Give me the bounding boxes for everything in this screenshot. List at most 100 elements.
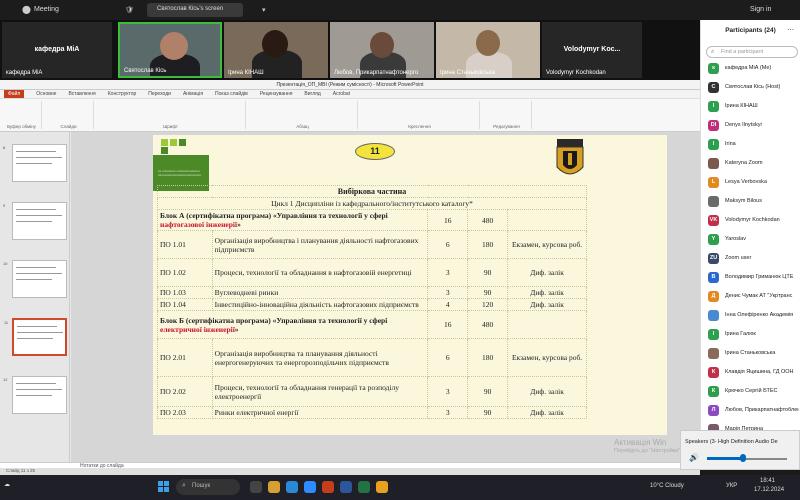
participant-row[interactable]: L Lesya Verbovska xyxy=(701,175,800,192)
participant-row[interactable]: ZU Zoom user xyxy=(701,251,800,268)
ribbon-group[interactable]: Слайди xyxy=(44,101,94,129)
person-face xyxy=(476,30,500,56)
ribbon-tab[interactable]: Рецензування xyxy=(260,90,293,98)
code-cell: ПО 1.03 xyxy=(157,286,213,299)
chrome-app-icon[interactable] xyxy=(376,481,388,493)
control-cell: Диф. залік xyxy=(507,258,587,287)
speaker-icon[interactable]: 🔊 xyxy=(689,453,699,462)
participant-search-input[interactable]: ⌕ Find a participant xyxy=(706,46,798,58)
participant-row[interactable]: І Ірина КІНАШ xyxy=(701,99,800,116)
code-cell: ПО 2.01 xyxy=(157,338,213,377)
video-tile[interactable]: Ірина Станьковська xyxy=(436,22,540,78)
edge-icon[interactable] xyxy=(286,481,298,493)
screen-share-label[interactable]: Святослав Кісь's screen xyxy=(147,3,243,17)
clock-date[interactable]: 17.12.2024 xyxy=(754,487,784,493)
video-tile-active-speaker[interactable]: Святослав Кісь xyxy=(118,22,222,78)
file-tab[interactable]: Файл xyxy=(4,90,25,98)
participant-name: Denys Ilnytskyi xyxy=(725,122,762,128)
zoom-app-icon[interactable] xyxy=(304,481,316,493)
slide[interactable]: ▭ ▭▭▭▭ ▭▭▭▭▭▭▭ ▭▭▭▭▭▭▭▭▭▭▭▭▭ 11 Вибіркова… xyxy=(153,135,667,435)
shield-icon[interactable]: 🛡 xyxy=(125,6,134,14)
participant-row[interactable]: С Святослав Кісь (Host) xyxy=(701,80,800,97)
university-crest-icon xyxy=(556,139,584,175)
participant-name: Денис Чумак АТ "Укртранс xyxy=(725,293,793,299)
weather-widget-icon[interactable]: ☁ xyxy=(4,481,10,488)
participant-row[interactable]: DI Denys Ilnytskyi xyxy=(701,118,800,135)
hours-cell: 90 xyxy=(467,258,509,287)
start-button[interactable] xyxy=(158,481,170,493)
table-row: ПО 1.03 Вуглеводневі ринки 3 90 Диф. зал… xyxy=(157,286,587,299)
ribbon-group[interactable]: Буфер обміну xyxy=(2,101,42,129)
participant-row[interactable]: І Ірина Галюк xyxy=(701,327,800,344)
volume-slider[interactable] xyxy=(740,454,746,462)
ribbon-group[interactable]: Шрифт xyxy=(96,101,246,129)
slide-thumbnail[interactable]: 12 xyxy=(3,376,67,414)
block-title-text: Блок Б (сертифікатна програма) «Управлін… xyxy=(160,315,388,325)
powerpoint-app-icon[interactable] xyxy=(322,481,334,493)
avatar xyxy=(708,348,719,359)
slide-thumbnail[interactable]: 9 xyxy=(3,202,67,240)
participant-row[interactable]: Kateryna Zoom xyxy=(701,156,800,173)
slide-thumbnail[interactable]: 10 xyxy=(3,260,67,298)
person-face xyxy=(160,32,188,60)
participant-name: Інна Олефіренко Академія xyxy=(725,312,794,318)
ribbon-tab[interactable]: Анімація xyxy=(183,90,203,98)
language-indicator[interactable]: УКР xyxy=(726,483,737,489)
participant-row[interactable]: Л Любов, Прикарпатнафтоблен xyxy=(701,403,800,420)
sign-in-button[interactable]: Sign in xyxy=(750,6,771,13)
participant-row[interactable]: К Крючко Сергій БТЕС xyxy=(701,384,800,401)
participant-row[interactable]: Інна Олефіренко Академія xyxy=(701,308,800,325)
ribbon-tab[interactable]: Основне xyxy=(36,90,56,98)
ribbon-tab[interactable]: Вставлення xyxy=(68,90,95,98)
participant-name: Maksym Bilous xyxy=(725,198,762,204)
ribbon-group[interactable]: Абзац xyxy=(248,101,358,129)
word-app-icon[interactable] xyxy=(340,481,352,493)
taskbar-search[interactable]: ⌕ Пошук xyxy=(176,479,240,495)
slide-thumbnail-selected[interactable]: 11 xyxy=(4,318,67,356)
control-cell: Екзамен, курсова роб. xyxy=(507,230,587,259)
participant-row[interactable]: к кафедра МіА (Me) xyxy=(701,61,800,78)
participant-row[interactable]: Д Денис Чумак АТ "Укртранс xyxy=(701,289,800,306)
participant-row[interactable]: Maksym Bilous xyxy=(701,194,800,211)
participant-row[interactable]: Ірина Станьковська xyxy=(701,346,800,363)
participant-name: Любов, Прикарпатнафтоблен xyxy=(725,407,799,413)
person-face xyxy=(370,32,394,58)
ribbon-tab[interactable]: Acrobat xyxy=(333,90,350,98)
participants-title: Participants (24) xyxy=(725,27,776,34)
ribbon-group[interactable]: Редагування xyxy=(482,101,532,129)
clock-time[interactable]: 18:41 xyxy=(760,478,775,484)
participant-row[interactable]: VK Volodymyr Kochkodan xyxy=(701,213,800,230)
ribbon-tab[interactable]: Переходи xyxy=(148,90,171,98)
participant-name: кафедра МіА (Me) xyxy=(725,65,772,71)
ribbon-tab[interactable]: Показ слайдів xyxy=(215,90,248,98)
video-tile[interactable]: кафедра МіА кафедра МіА xyxy=(2,22,112,78)
excel-app-icon[interactable] xyxy=(358,481,370,493)
video-tile[interactable]: Ірина КІНАШ xyxy=(224,22,328,78)
ribbon-tab[interactable]: Вигляд xyxy=(304,90,320,98)
credits-cell: 4 xyxy=(427,298,469,311)
table-heading: Вибіркова частина xyxy=(157,185,587,198)
taskview-icon[interactable] xyxy=(250,481,262,493)
avatar: Л xyxy=(708,405,719,416)
ribbon-group[interactable]: Креслення xyxy=(360,101,480,129)
ribbon-group-label: Абзац xyxy=(296,124,309,129)
avatar: Д xyxy=(708,291,719,302)
curriculum-table: Вибіркова частина Цикл 1 Дисципліни із к… xyxy=(156,185,587,419)
search-icon: ⌕ xyxy=(711,49,715,55)
participant-row[interactable]: Y Yaroslav xyxy=(701,232,800,249)
weather-status[interactable]: 10°C Cloudy xyxy=(650,483,684,489)
file-explorer-icon[interactable] xyxy=(268,481,280,493)
app-title: Meeting xyxy=(34,6,59,13)
video-tile[interactable]: Любов, Прикарпатнафтонерго xyxy=(330,22,434,78)
ribbon-tab[interactable]: Конструктор xyxy=(108,90,137,98)
view-options-icon[interactable]: ▾ xyxy=(262,6,266,14)
participant-row[interactable]: В Володимир Гриманюк ЦТЕ xyxy=(701,270,800,287)
block-b-title: Блок Б (сертифікатна програма) «Управлін… xyxy=(156,310,429,339)
more-options-icon[interactable]: ⋯ xyxy=(787,26,794,34)
participant-row[interactable]: I Irina xyxy=(701,137,800,154)
block-title-end: » xyxy=(234,324,239,334)
video-tile[interactable]: Volodymyr Koc... Volodymyr Kochkodan xyxy=(542,22,642,78)
participant-row[interactable]: К Клавдія Яцишина, ГД ООН xyxy=(701,365,800,382)
slide-thumbnail[interactable]: 8 xyxy=(3,144,67,182)
ribbon-group-label: Слайди xyxy=(60,124,77,129)
